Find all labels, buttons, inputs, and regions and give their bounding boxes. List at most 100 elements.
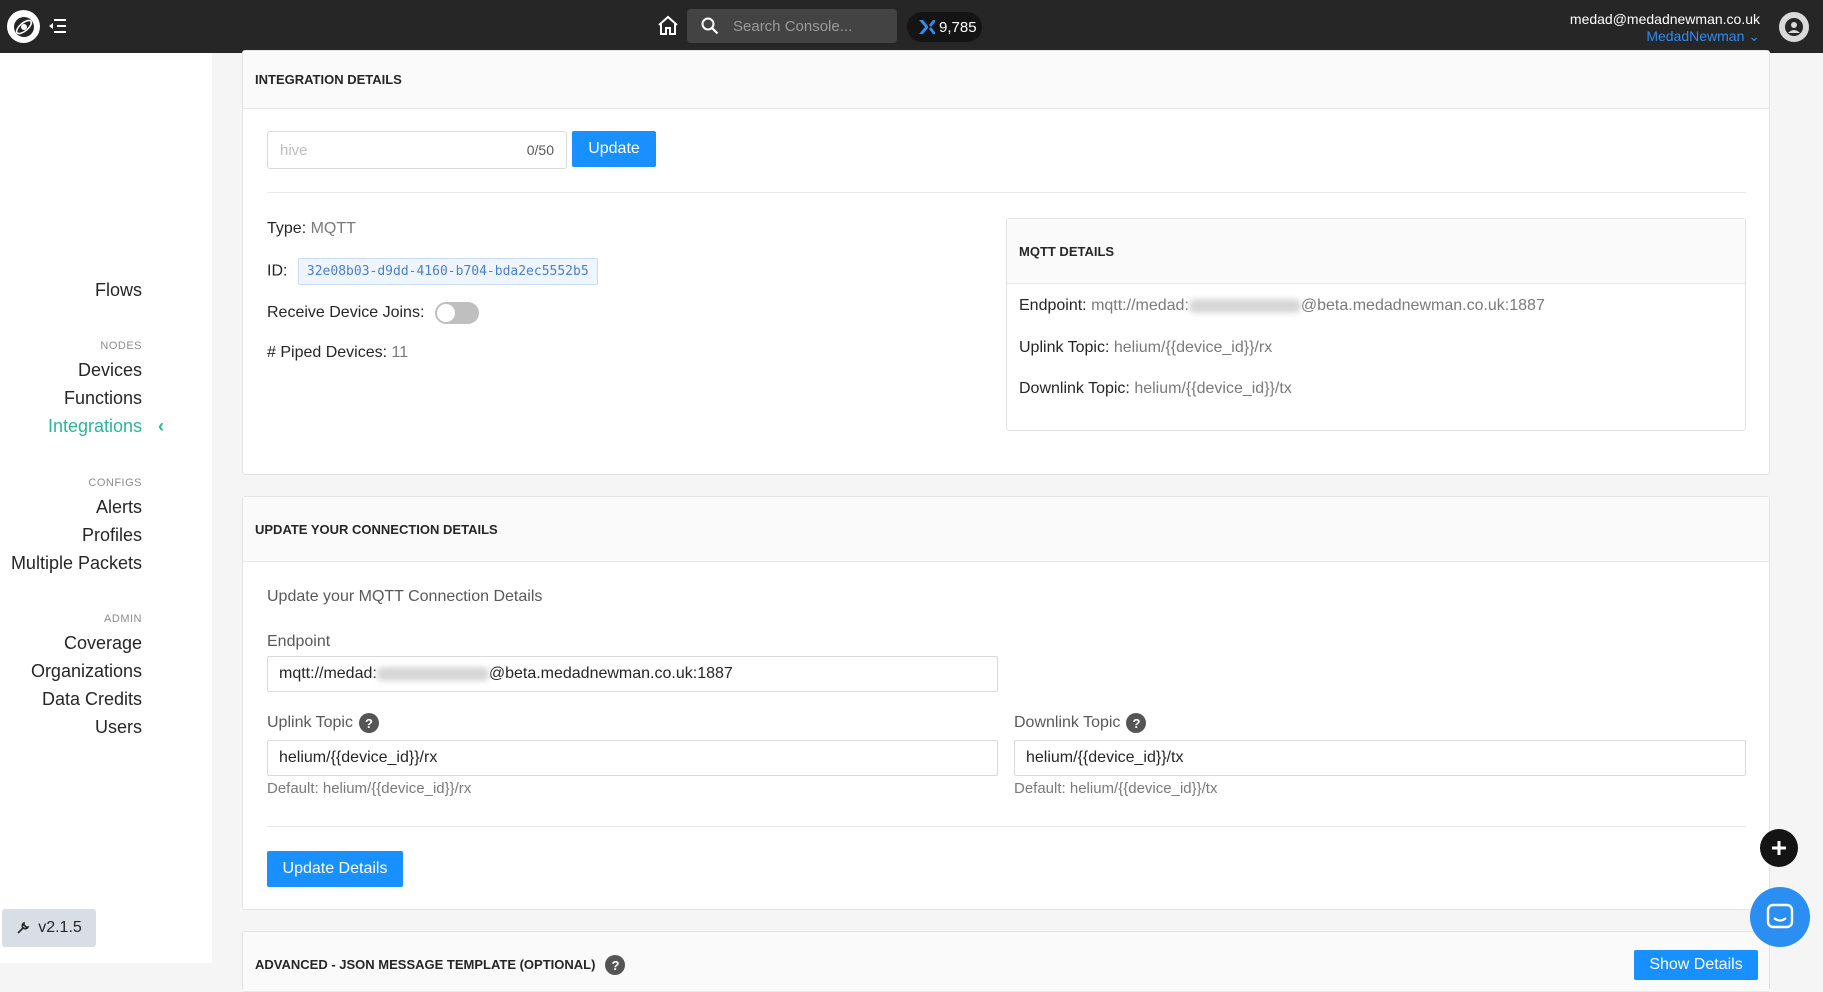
endpoint-suffix: @beta.medadnewman.co.uk:1887 — [488, 665, 733, 682]
endpoint-field[interactable]: mqtt://medad: @beta.medadnewman.co.uk:188… — [267, 656, 998, 692]
endpoint-suffix: @beta.medadnewman.co.uk:1887 — [1300, 297, 1545, 314]
id-label: ID: — [267, 262, 288, 280]
search-input[interactable]: Search Console... — [687, 9, 897, 43]
id-row: ID: 32e08b03-d9dd-4160-b704-bda2ec5552b5 — [267, 258, 598, 285]
sidebar-item-multiple-packets[interactable]: Multiple Packets — [11, 553, 142, 574]
help-icon[interactable]: ? — [605, 955, 626, 975]
sidebar-group-nodes: NODES — [100, 340, 142, 352]
update-details-button[interactable]: Update Details — [267, 851, 403, 887]
downlink-field-label: Downlink Topic ? — [1014, 713, 1147, 733]
sidebar: Flows NODES Devices Functions Integratio… — [0, 53, 212, 963]
integration-name-input[interactable]: hive 0/50 — [267, 131, 567, 169]
sidebar-item-organizations[interactable]: Organizations — [31, 661, 142, 682]
uplink-label: Uplink Topic — [267, 714, 353, 731]
home-icon[interactable] — [656, 14, 680, 38]
sidebar-item-flows[interactable]: Flows — [95, 280, 142, 301]
search-icon — [701, 17, 719, 35]
add-button[interactable] — [1760, 829, 1798, 867]
sidebar-item-users[interactable]: Users — [95, 717, 142, 738]
sidebar-item-coverage[interactable]: Coverage — [64, 633, 142, 654]
connection-subtitle: Update your MQTT Connection Details — [267, 588, 543, 605]
piped-devices-row: # Piped Devices: 11 — [267, 344, 408, 362]
divider — [267, 826, 1746, 827]
toggle-knob — [436, 304, 455, 322]
integration-name-placeholder: hive — [280, 141, 308, 159]
sidebar-item-devices[interactable]: Devices — [78, 360, 142, 381]
sidebar-group-admin: ADMIN — [104, 613, 142, 625]
advanced-title: ADVANCED - JSON MESSAGE TEMPLATE (OPTION… — [255, 957, 596, 972]
uplink-topic-field[interactable]: helium/{{device_id}}/rx — [267, 740, 998, 776]
card-title: UPDATE YOUR CONNECTION DETAILS — [243, 497, 1769, 562]
redacted-password — [1188, 298, 1301, 313]
helium-logo[interactable] — [7, 10, 40, 43]
mqtt-details-card: MQTT DETAILS — [1006, 218, 1746, 431]
uplink-default-hint: Default: helium/{{device_id}}/rx — [267, 780, 472, 797]
piped-devices-value: 11 — [391, 344, 409, 361]
uplink-field-label: Uplink Topic ? — [267, 713, 379, 733]
helium-logo-icon — [13, 16, 34, 37]
downlink-default-hint: Default: helium/{{device_id}}/tx — [1014, 780, 1218, 797]
org-name: MedadNewman — [1646, 28, 1745, 44]
sidebar-item-integrations[interactable]: Integrations ‹ — [47, 416, 164, 437]
chat-icon — [1766, 903, 1794, 929]
piped-devices-label: # Piped Devices: — [267, 344, 388, 361]
uplink-value: helium/{{device_id}}/rx — [1113, 339, 1273, 356]
update-button[interactable]: Update — [572, 131, 656, 167]
sidebar-item-profiles[interactable]: Profiles — [82, 525, 142, 546]
show-details-button[interactable]: Show Details — [1634, 950, 1758, 980]
sidebar-group-configs: CONFIGS — [88, 477, 142, 489]
sidebar-item-alerts[interactable]: Alerts — [96, 497, 142, 518]
plus-icon — [1772, 841, 1786, 855]
type-label: Type: — [267, 220, 307, 237]
search-placeholder: Search Console... — [733, 17, 853, 35]
avatar[interactable] — [1779, 12, 1809, 42]
mqtt-endpoint-row: Endpoint: mqtt://medad: @beta.medadnewman… — [1019, 297, 1545, 315]
integration-id[interactable]: 32e08b03-d9dd-4160-b704-bda2ec5552b5 — [297, 258, 598, 285]
downlink-label: Downlink Topic: — [1019, 380, 1130, 397]
user-email: medad@medadnewman.co.uk — [1569, 11, 1760, 27]
wrench-icon — [17, 921, 30, 934]
receive-joins-label: Receive Device Joins: — [267, 304, 425, 322]
help-icon[interactable]: ? — [358, 713, 379, 733]
type-row: Type: MQTT — [267, 220, 356, 238]
card-title: ADVANCED - JSON MESSAGE TEMPLATE (OPTION… — [243, 932, 1769, 992]
user-menu[interactable]: medad@medadnewman.co.uk MedadNewman ⌄ — [1570, 11, 1760, 45]
endpoint-label: Endpoint: — [1019, 297, 1087, 314]
connection-details-card: UPDATE YOUR CONNECTION DETAILS — [242, 496, 1770, 910]
org-switcher[interactable]: MedadNewman ⌄ — [1570, 28, 1760, 45]
divider — [267, 192, 1746, 193]
menu-toggle-icon[interactable] — [48, 17, 66, 35]
uplink-label: Uplink Topic: — [1019, 339, 1110, 356]
help-icon[interactable]: ? — [1126, 713, 1147, 733]
downlink-value: helium/{{device_id}}/tx — [1134, 380, 1292, 397]
mqtt-uplink-row: Uplink Topic: helium/{{device_id}}/rx — [1019, 339, 1272, 357]
receive-joins-row: Receive Device Joins: — [267, 302, 479, 324]
version-badge: v2.1.5 — [2, 909, 96, 947]
chevron-left-icon: ‹ — [158, 416, 164, 436]
char-count: 0/50 — [526, 142, 554, 158]
endpoint-field-label: Endpoint — [267, 633, 330, 651]
downlink-topic-field[interactable]: helium/{{device_id}}/tx — [1014, 740, 1746, 776]
sidebar-item-functions[interactable]: Functions — [64, 388, 142, 409]
data-credits-badge[interactable]: 9,785 — [907, 12, 982, 42]
user-icon — [1785, 18, 1803, 36]
card-title: MQTT DETAILS — [1007, 219, 1745, 284]
mqtt-downlink-row: Downlink Topic: helium/{{device_id}}/tx — [1019, 380, 1292, 398]
version-label: v2.1.5 — [38, 919, 82, 936]
data-credits-value: 9,785 — [939, 18, 977, 36]
endpoint-prefix: mqtt://medad: — [279, 665, 377, 682]
card-title: INTEGRATION DETAILS — [243, 51, 1769, 109]
data-credits-icon — [919, 20, 935, 34]
receive-joins-toggle[interactable] — [434, 302, 479, 324]
endpoint-prefix: mqtt://medad: — [1091, 297, 1189, 314]
advanced-template-card: ADVANCED - JSON MESSAGE TEMPLATE (OPTION… — [242, 931, 1770, 992]
sidebar-item-label: Integrations — [47, 416, 142, 436]
redacted-password — [376, 667, 489, 681]
top-bar: Search Console... 9,785 medad@medadnewma… — [0, 0, 1823, 53]
type-value: MQTT — [310, 220, 356, 237]
endpoint-label: Endpoint — [267, 633, 331, 650]
downlink-label: Downlink Topic — [1014, 714, 1121, 731]
sidebar-item-data-credits[interactable]: Data Credits — [42, 689, 142, 710]
chevron-down-icon: ⌄ — [1748, 28, 1760, 44]
chat-button[interactable] — [1750, 887, 1810, 947]
